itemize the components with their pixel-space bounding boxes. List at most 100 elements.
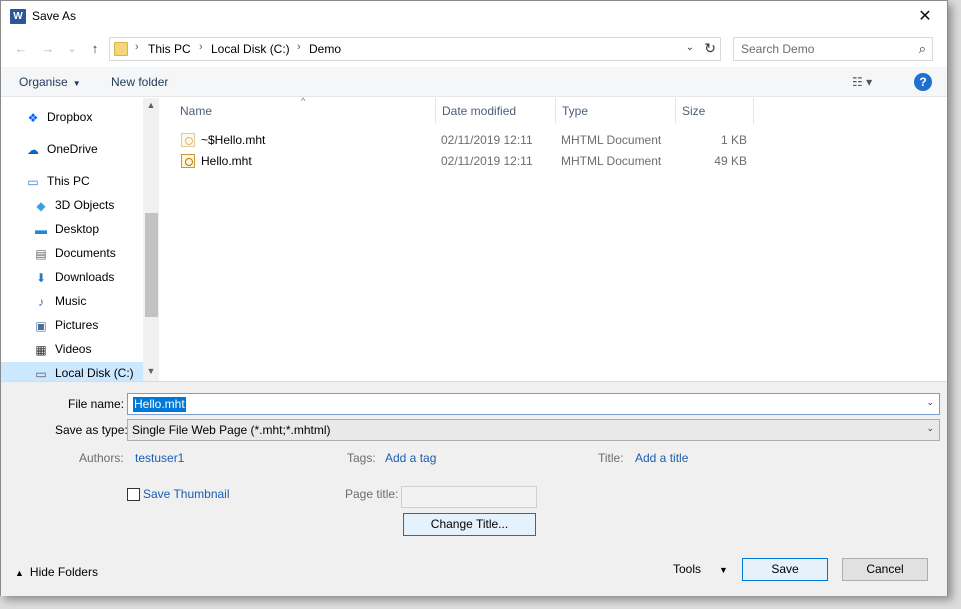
- sidebar-item-downloads[interactable]: ⬇ Downloads: [33, 266, 143, 288]
- command-toolbar: Organise ▼ New folder ☷ ▾ ?: [1, 67, 947, 97]
- window-title: Save As: [32, 9, 77, 23]
- chevron-down-icon: ▼: [72, 79, 81, 88]
- breadcrumb-separator: ›: [135, 41, 139, 53]
- recent-locations-chevron-icon[interactable]: ⌄: [62, 39, 82, 59]
- forward-arrow-icon[interactable]: →: [38, 39, 58, 59]
- tags-label: Tags:: [347, 451, 376, 465]
- breadcrumb-separator: ›: [297, 41, 301, 53]
- sidebar-item-3d-objects[interactable]: ◆ 3D Objects: [33, 194, 143, 216]
- tools-label: Tools: [673, 562, 702, 576]
- music-icon: ♪: [38, 294, 44, 309]
- breadcrumb-separator: ›: [199, 41, 203, 53]
- save-as-dialog: W Save As ✕ ← → ⌄ ↑ › This PC › Local Di…: [0, 0, 948, 596]
- sidebar-item-pictures[interactable]: ▣ Pictures: [33, 314, 143, 336]
- column-header-name[interactable]: Name: [174, 98, 436, 124]
- sidebar-item-label: OneDrive: [47, 142, 98, 156]
- column-header-type[interactable]: Type: [556, 98, 676, 124]
- breadcrumb-demo[interactable]: Demo: [309, 42, 341, 56]
- authors-value[interactable]: testuser1: [135, 451, 184, 465]
- chevron-down-icon[interactable]: ⌄: [926, 397, 934, 408]
- view-options-icon[interactable]: ☷ ▾: [852, 75, 872, 89]
- cancel-button[interactable]: Cancel: [842, 558, 928, 581]
- sidebar-item-label: Dropbox: [47, 110, 93, 124]
- add-tag-link[interactable]: Add a tag: [385, 451, 436, 465]
- column-header-size[interactable]: Size: [676, 98, 754, 124]
- sidebar-item-label: Downloads: [55, 270, 115, 284]
- sidebar-item-label: 3D Objects: [55, 198, 115, 212]
- desktop-icon: ▬: [35, 222, 47, 237]
- computer-icon: ▭: [27, 174, 39, 189]
- sidebar-item-label: Desktop: [55, 222, 100, 236]
- sidebar-item-label: Music: [55, 294, 87, 308]
- sidebar-item-music[interactable]: ♪ Music: [33, 290, 143, 312]
- sidebar-item-this-pc[interactable]: ▭ This PC: [25, 170, 143, 192]
- hide-folders-button[interactable]: ▲ Hide Folders: [15, 565, 98, 579]
- sidebar-item-local-disk[interactable]: ▭ Local Disk (C:): [1, 362, 143, 381]
- sidebar-item-documents[interactable]: ▤ Documents: [33, 242, 143, 264]
- save-options-panel: File name: Hello.mht ⌄ Save as type: Sin…: [1, 381, 947, 596]
- title-label: Title:: [598, 451, 624, 465]
- videos-icon: ▦: [35, 342, 47, 357]
- save-thumbnail-label[interactable]: Save Thumbnail: [143, 487, 230, 501]
- save-thumbnail-checkbox[interactable]: [127, 488, 140, 501]
- scrollbar-thumb[interactable]: [145, 213, 158, 317]
- change-title-button[interactable]: Change Title...: [403, 513, 536, 536]
- mht-file-icon: [181, 154, 195, 168]
- download-icon: ⬇: [35, 270, 47, 285]
- address-dropdown-icon[interactable]: ⌄: [686, 42, 694, 53]
- dropbox-icon: ❖: [27, 110, 39, 125]
- help-icon[interactable]: ?: [914, 73, 932, 91]
- save-as-type-select[interactable]: Single File Web Page (*.mht;*.mhtml) ⌄: [127, 419, 940, 441]
- organise-button[interactable]: Organise ▼: [19, 75, 81, 89]
- word-app-icon: W: [10, 9, 26, 24]
- page-title-field: [401, 486, 537, 508]
- sidebar-item-label: Videos: [55, 342, 92, 356]
- sidebar-item-label: Pictures: [55, 318, 99, 332]
- refresh-icon[interactable]: ↻: [704, 40, 716, 57]
- up-arrow-icon[interactable]: ↑: [85, 39, 105, 59]
- table-row[interactable]: ~$Hello.mht 02/11/2019 12:11 MHTML Docum…: [160, 130, 760, 150]
- file-size: 49 KB: [714, 154, 747, 168]
- back-arrow-icon[interactable]: ←: [11, 39, 31, 59]
- cube-icon: ◆: [36, 198, 46, 213]
- scroll-up-icon[interactable]: ▲: [143, 100, 159, 110]
- sidebar-item-label: This PC: [47, 174, 90, 188]
- table-row[interactable]: Hello.mht 02/11/2019 12:11 MHTML Documen…: [160, 151, 760, 171]
- breadcrumb-local-disk[interactable]: Local Disk (C:): [211, 42, 290, 56]
- scroll-down-icon[interactable]: ▼: [143, 366, 159, 376]
- folder-icon: [114, 42, 128, 56]
- close-button[interactable]: ✕: [903, 1, 947, 32]
- chevron-up-icon: ▲: [15, 568, 24, 578]
- save-button[interactable]: Save: [742, 558, 828, 581]
- hide-folders-label: Hide Folders: [29, 565, 98, 579]
- tools-button[interactable]: Tools ▼: [673, 562, 728, 576]
- file-list: ^ Name Date modified Type Size ~$Hello.m…: [160, 96, 947, 381]
- sidebar-item-desktop[interactable]: ▬ Desktop: [33, 218, 143, 240]
- onedrive-icon: ☁: [27, 142, 39, 157]
- sidebar-item-onedrive[interactable]: ☁ OneDrive: [25, 138, 143, 160]
- file-name: Hello.mht: [201, 154, 252, 168]
- sidebar-item-videos[interactable]: ▦ Videos: [33, 338, 143, 360]
- chevron-down-icon: ⌄: [926, 423, 934, 433]
- file-date: 02/11/2019 12:11: [441, 133, 533, 147]
- address-bar[interactable]: › This PC › Local Disk (C:) › Demo ⌄ ↻: [109, 37, 721, 61]
- file-date: 02/11/2019 12:11: [441, 154, 533, 168]
- file-name-label: File name:: [68, 397, 125, 411]
- chevron-down-icon: ▼: [719, 565, 728, 575]
- page-title-label: Page title:: [345, 487, 399, 501]
- new-folder-button[interactable]: New folder: [111, 75, 168, 89]
- search-placeholder: Search Demo: [741, 42, 815, 56]
- file-name-field[interactable]: Hello.mht ⌄: [127, 393, 940, 415]
- column-header-date-modified[interactable]: Date modified: [436, 98, 556, 124]
- search-input[interactable]: Search Demo ⌕: [733, 37, 933, 61]
- navigation-scrollbar[interactable]: ▲ ▼: [143, 98, 159, 381]
- file-type: MHTML Document: [561, 133, 662, 147]
- save-as-type-value: Single File Web Page (*.mht;*.mhtml): [132, 423, 331, 437]
- navigation-pane: ❖ Dropbox ☁ OneDrive ▭ This PC ◆ 3D Objects …: [1, 98, 159, 381]
- breadcrumb-this-pc[interactable]: This PC: [148, 42, 191, 56]
- add-title-link[interactable]: Add a title: [635, 451, 688, 465]
- sidebar-item-dropbox[interactable]: ❖ Dropbox: [25, 106, 143, 128]
- search-icon[interactable]: ⌕: [919, 41, 926, 57]
- mht-file-icon: [181, 133, 195, 147]
- file-size: 1 KB: [720, 133, 747, 147]
